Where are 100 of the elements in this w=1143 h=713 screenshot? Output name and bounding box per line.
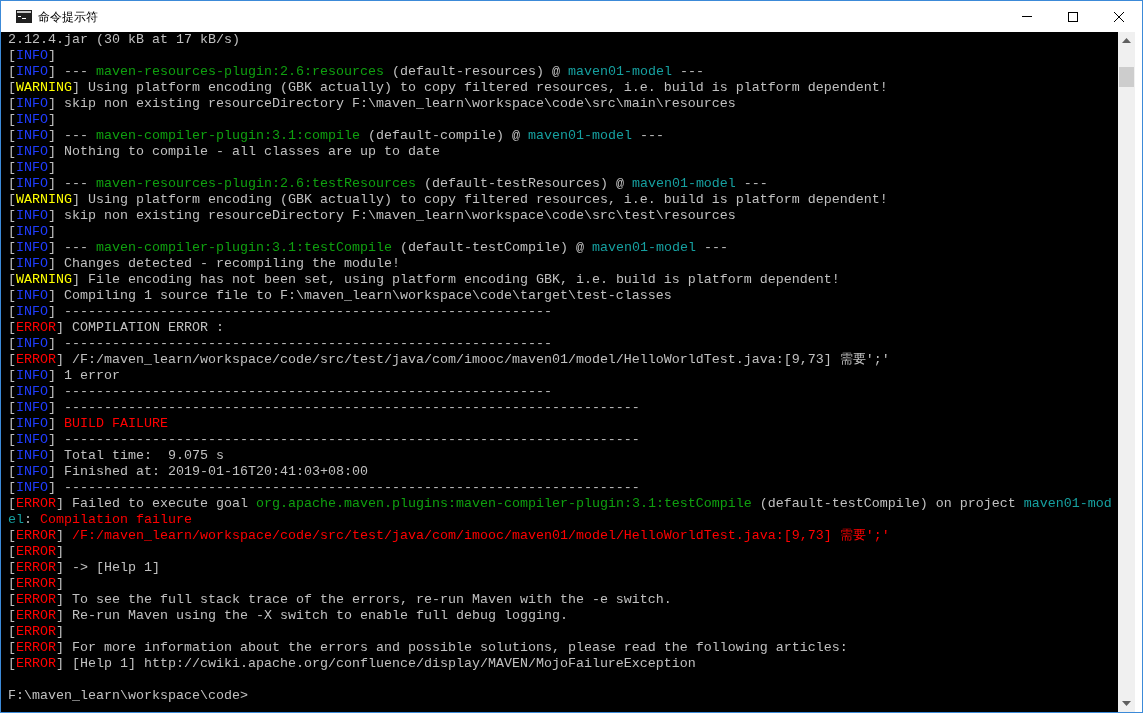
log-level: INFO	[16, 64, 48, 80]
window-title: 命令提示符	[38, 8, 98, 26]
log-level: INFO	[16, 304, 48, 320]
console-text: ] 1 error	[48, 368, 120, 384]
console-text: ] Failed to execute goal	[56, 496, 249, 512]
console-text: ] Re-run Maven using the -X switch to enable full debug logging.	[56, 608, 568, 624]
plugin-name: org.apache.maven.plugins:maven-compiler-plugin:3.1:testCompile	[255, 496, 752, 512]
console-text: ] skip non existing resourceDirectory F:\maven_learn\workspace\code\src\main\resources	[48, 96, 736, 112]
console-text: ] ---	[48, 128, 89, 144]
console-text: [	[8, 624, 16, 640]
log-level: ERROR	[16, 608, 56, 624]
console-text: [	[8, 128, 16, 144]
log-level: INFO	[16, 224, 48, 240]
console-text: [	[8, 336, 16, 352]
log-level: ERROR	[16, 352, 56, 368]
log-level: INFO	[16, 368, 48, 384]
console-text: ] File encoding has not been set, using platform encoding GBK, i.e. build is platform dependent!	[72, 272, 840, 288]
console-text: [	[8, 560, 16, 576]
console-text: (default-testResources) @	[422, 176, 625, 192]
console-text: ] COMPILATION ERROR :	[56, 320, 224, 336]
console-text: ] Nothing to compile - all classes are up to date	[48, 144, 440, 160]
console-text: ---	[638, 128, 664, 144]
console-text: ] ---	[48, 176, 89, 192]
console-text: [	[8, 352, 16, 368]
console-text: [	[8, 608, 16, 624]
log-level: INFO	[16, 176, 48, 192]
console-text: ]	[48, 224, 56, 240]
console-text: ] skip non existing resourceDirectory F:\maven_learn\workspace\code\src\test\resources	[48, 208, 736, 224]
console-text: [	[8, 208, 16, 224]
scrollbar[interactable]	[1118, 32, 1135, 712]
log-level: INFO	[16, 48, 48, 64]
console-text: ] -> [Help 1]	[56, 560, 160, 576]
console-text: (default-testCompile) on project	[758, 496, 1017, 512]
console-text: [	[8, 240, 16, 256]
console-text: [	[8, 480, 16, 496]
console-text: ] [Help 1] http://cwiki.apache.org/confluence/display/MAVEN/MojoFailureException	[56, 656, 696, 672]
log-level: INFO	[16, 240, 48, 256]
console-text: ] /F:/maven_learn/workspace/code/src/test/java/com/imooc/maven01/model/HelloWorldTest.java:[9,73] 需要';'	[56, 352, 890, 368]
console-text: ] ------------------------------------------------------------------------	[48, 400, 640, 416]
log-level: ERROR	[16, 624, 56, 640]
plugin-name: maven-compiler-plugin:3.1:compile	[96, 128, 360, 144]
console-text: ] ------------------------------------------------------------------------	[48, 480, 640, 496]
project-name: maven01-model	[567, 64, 672, 80]
error-message: Compilation failure	[40, 512, 192, 528]
log-level: INFO	[16, 448, 48, 464]
console-text: ]	[56, 624, 64, 640]
console-text: [	[8, 192, 16, 208]
error-message: /F:/maven_learn/workspace/code/src/test/java/com/imooc/maven01/model/HelloWorldTest.java:[9,73] 需要';'	[72, 528, 890, 544]
log-level: ERROR	[16, 544, 56, 560]
console-text: ---	[678, 64, 704, 80]
console-text: ] Using platform encoding (GBK actually) to copy filtered resources, i.e. build is platform dependent!	[72, 192, 888, 208]
console-text: [	[8, 304, 16, 320]
log-level: INFO	[16, 480, 48, 496]
log-level: INFO	[16, 160, 48, 176]
log-level: ERROR	[16, 560, 56, 576]
console-text: [	[8, 464, 16, 480]
console-text: ]	[48, 416, 57, 432]
console-text: [	[8, 640, 16, 656]
log-level: INFO	[16, 128, 48, 144]
project-name: maven01-model	[591, 240, 696, 256]
console-text: [	[8, 272, 16, 288]
console-text: ]	[48, 160, 56, 176]
scroll-down-icon[interactable]	[1122, 701, 1131, 706]
console-text: ]	[56, 544, 64, 560]
log-level: INFO	[16, 416, 48, 432]
console-text: ] Using platform encoding (GBK actually) to copy filtered resources, i.e. build is platform dependent!	[72, 80, 888, 96]
console-text: [	[8, 160, 16, 176]
console-text: ]	[48, 48, 56, 64]
scroll-up-icon[interactable]	[1122, 38, 1131, 43]
plugin-name: maven-resources-plugin:2.6:resources	[96, 64, 384, 80]
console-text: ]	[56, 528, 65, 544]
console-text: ] -------------------------------------------------------------	[48, 304, 552, 320]
log-level: INFO	[16, 208, 48, 224]
console-text: ] -------------------------------------------------------------	[48, 384, 552, 400]
plugin-name: maven-compiler-plugin:3.1:testCompile	[96, 240, 392, 256]
console-text: ] Compiling 1 source file to F:\maven_learn\workspace\code\target\test-classes	[48, 288, 672, 304]
console-text: ] ---	[48, 240, 89, 256]
console-text: [	[8, 592, 16, 608]
log-level: INFO	[16, 384, 48, 400]
console-text: ] -------------------------------------------------------------	[48, 336, 552, 352]
log-level: ERROR	[16, 320, 56, 336]
console-text: ] ---	[48, 64, 89, 80]
console-text: [	[8, 288, 16, 304]
console-text: [	[8, 256, 16, 272]
console-text: [	[8, 112, 16, 128]
console-text: [	[8, 544, 16, 560]
console-text: ] To see the full stack trace of the errors, re-run Maven with the -e switch.	[56, 592, 672, 608]
minimize-icon	[1022, 16, 1032, 17]
project-name: el	[8, 512, 24, 528]
console-text: [	[8, 384, 16, 400]
console-text: [	[8, 528, 16, 544]
console-text: ] ------------------------------------------------------------------------	[48, 432, 640, 448]
log-level: ERROR	[16, 640, 56, 656]
console-text: :	[24, 512, 33, 528]
console-text: (default-resources) @	[390, 64, 561, 80]
scrollbar-thumb[interactable]	[1119, 67, 1134, 87]
log-level: ERROR	[16, 656, 56, 672]
console-text: [	[8, 448, 16, 464]
log-level: INFO	[16, 288, 48, 304]
console-text: [	[8, 416, 16, 432]
